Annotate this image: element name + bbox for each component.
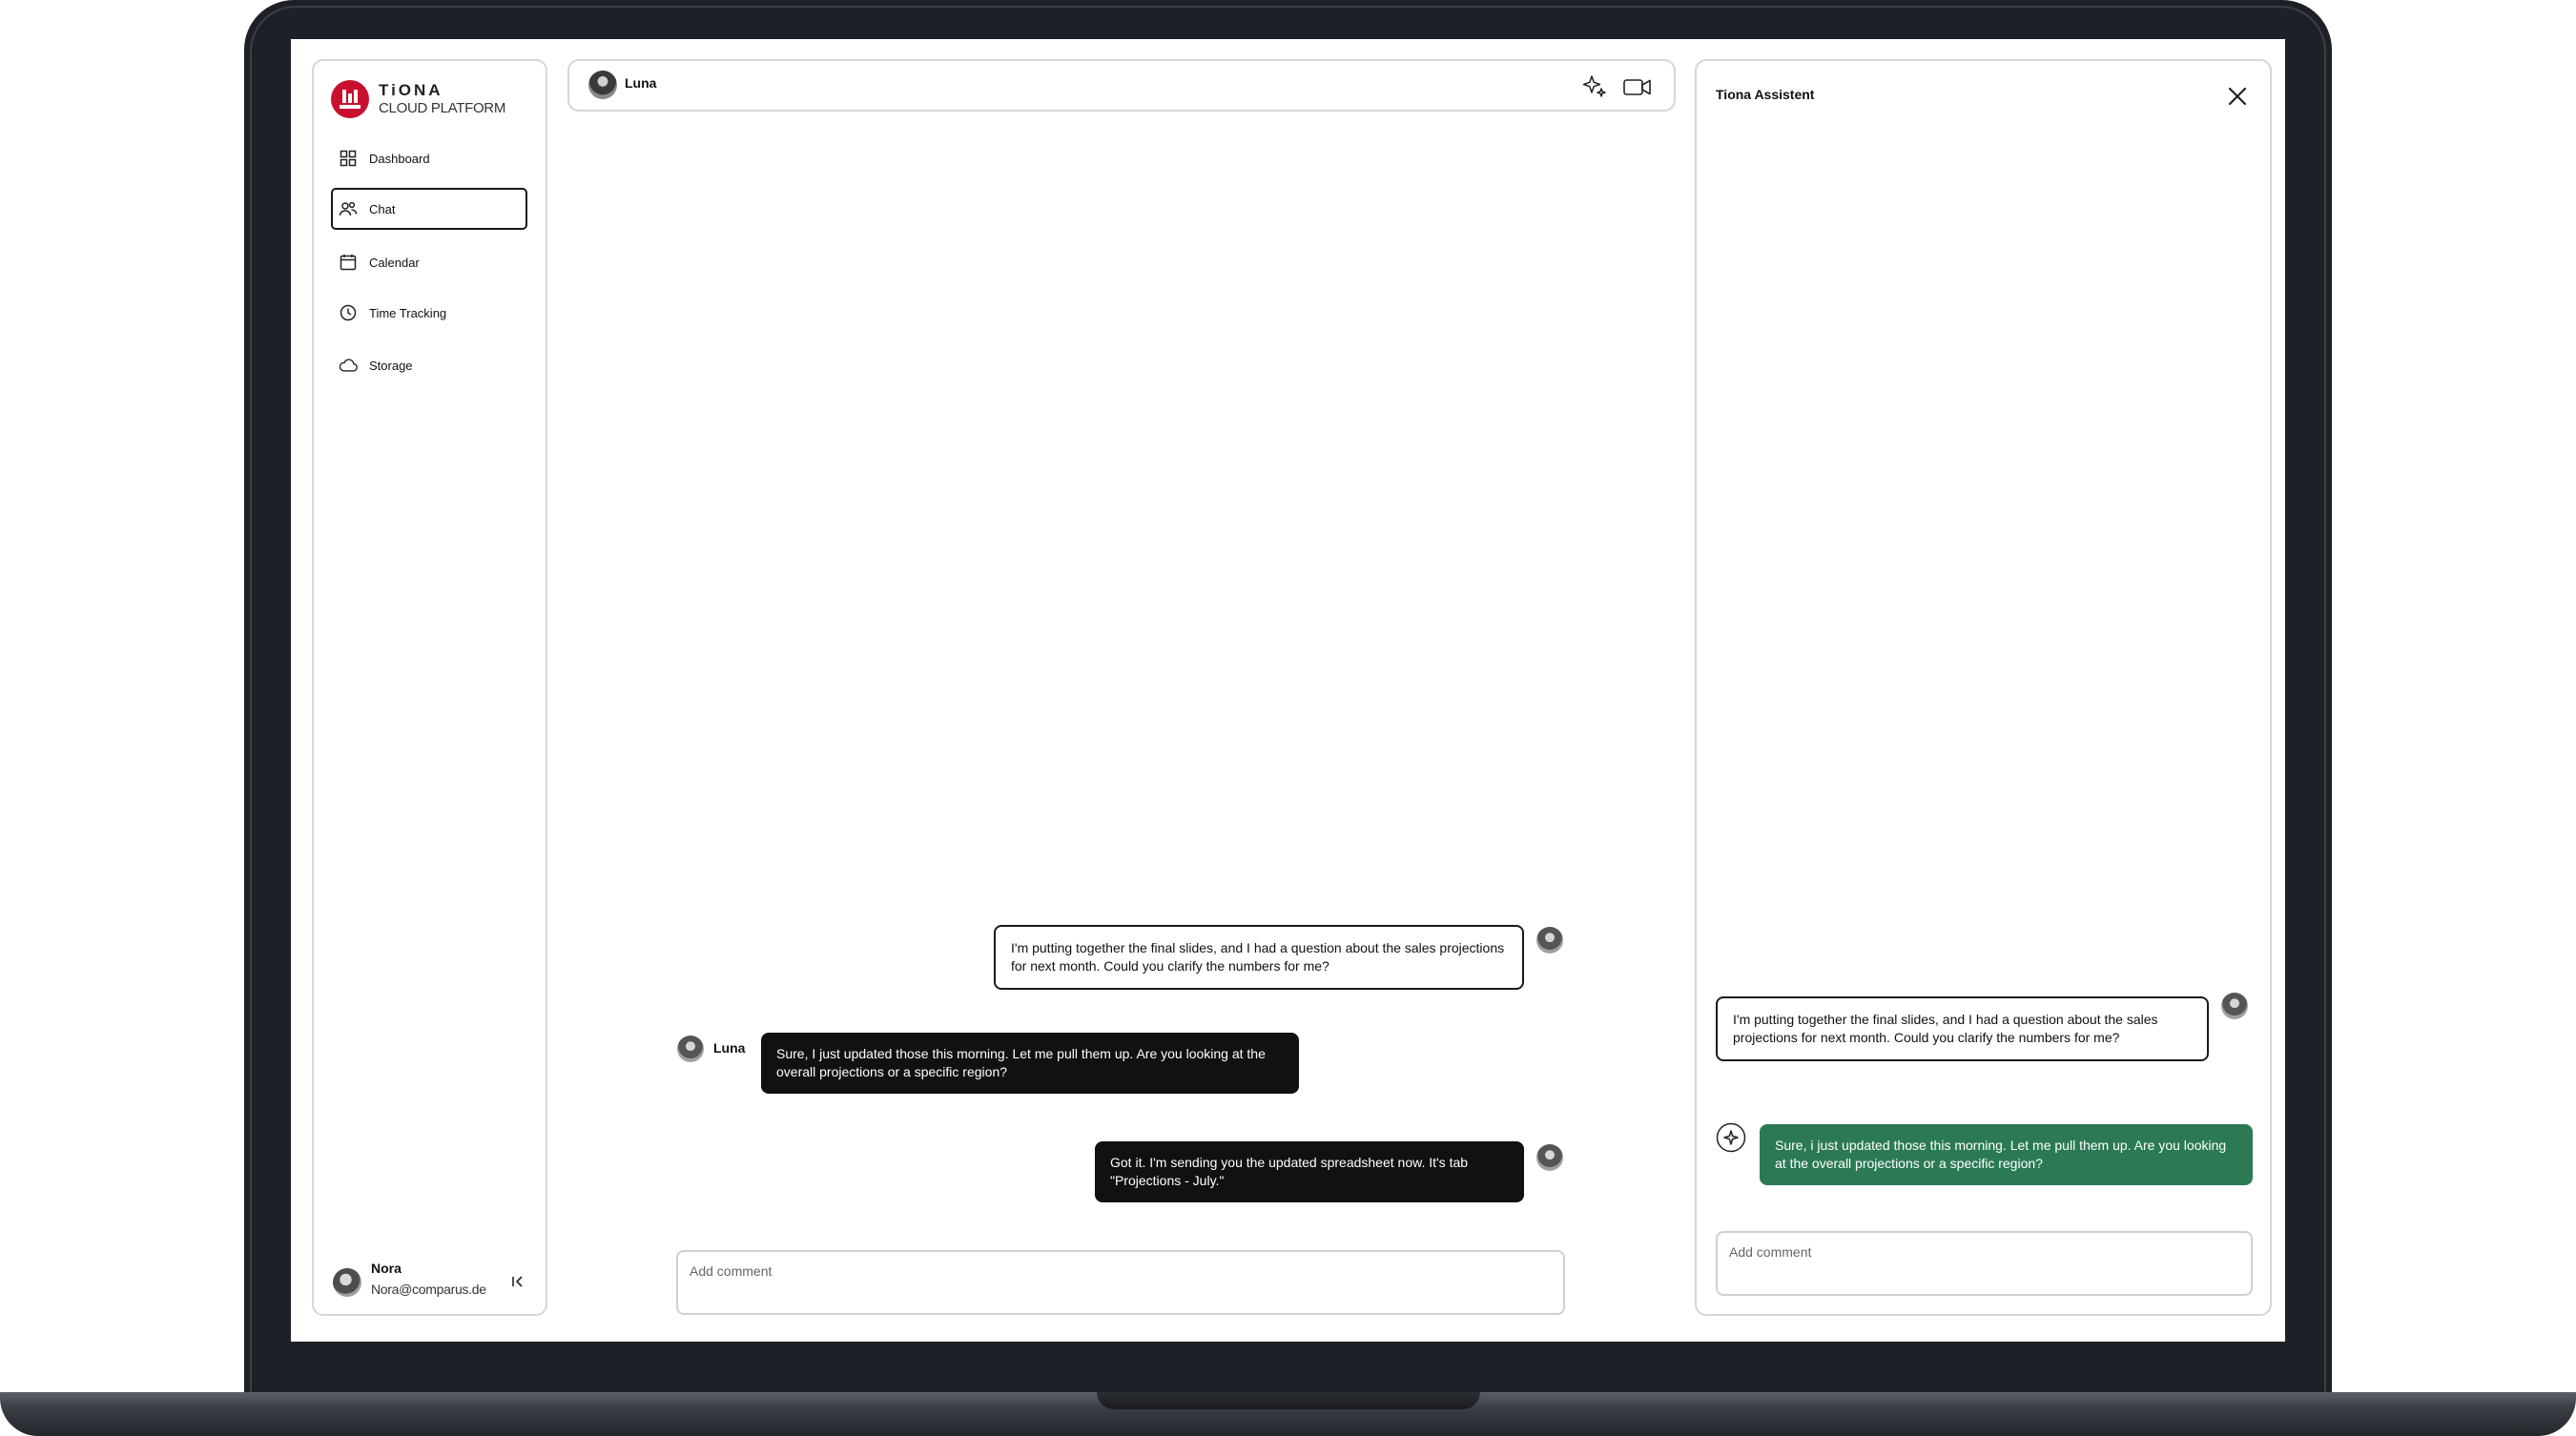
chat-comment-input[interactable]	[676, 1250, 1565, 1315]
calendar-icon	[339, 253, 358, 272]
collapse-sidebar-icon[interactable]	[508, 1272, 527, 1291]
sidebar-item-storage[interactable]: Storage	[331, 344, 527, 386]
app-screen: TiONA CLOUD PLATFORM Dashboard Chat Cale…	[291, 39, 2285, 1342]
sidebar-item-dashboard[interactable]: Dashboard	[331, 137, 527, 179]
user-email: Nora@comparus.de	[371, 1282, 486, 1297]
cloud-icon	[339, 356, 358, 375]
brand[interactable]: TiONA CLOUD PLATFORM	[331, 80, 505, 118]
message-incoming: Sure, I just updated those this morning.…	[761, 1033, 1299, 1094]
chat-header: Luna	[567, 59, 1676, 112]
contact-avatar	[588, 71, 617, 99]
assistant-sparkle-icon	[1716, 1122, 1746, 1153]
clock-icon	[339, 303, 358, 322]
assistant-message-reply: Sure, i just updated those this morning.…	[1760, 1124, 2253, 1185]
contact-name: Luna	[625, 75, 657, 91]
avatar	[333, 1268, 361, 1297]
avatar	[2221, 993, 2248, 1019]
brand-name: TiONA	[379, 81, 443, 99]
sidebar-item-label: Time Tracking	[369, 305, 447, 320]
avatar	[1536, 1144, 1563, 1171]
close-icon[interactable]	[2225, 84, 2250, 109]
sidebar-item-label: Calendar	[369, 255, 420, 270]
sidebar-item-chat[interactable]: Chat	[331, 188, 527, 230]
assistant-message-outgoing: I'm putting together the final slides, a…	[1716, 996, 2209, 1061]
contact-avatar	[677, 1036, 704, 1062]
message-outgoing: I'm putting together the final slides, a…	[994, 925, 1524, 990]
assistant-title: Tiona Assistent	[1716, 87, 1815, 102]
tiona-logo-icon	[331, 80, 369, 118]
avatar	[1536, 927, 1563, 954]
ai-sparkle-icon[interactable]	[1580, 72, 1609, 101]
sidebar-item-time-tracking[interactable]: Time Tracking	[331, 292, 527, 334]
dashboard-grid-icon	[339, 149, 358, 168]
assistant-comment-input[interactable]	[1716, 1231, 2253, 1296]
users-icon	[339, 199, 358, 218]
sidebar-item-label: Dashboard	[369, 151, 430, 166]
sidebar-item-label: Storage	[369, 358, 413, 373]
sidebar-item-calendar[interactable]: Calendar	[331, 241, 527, 283]
message-outgoing: Got it. I'm sending you the updated spre…	[1095, 1141, 1524, 1202]
current-user[interactable]: Nora Nora@comparus.de	[333, 1261, 533, 1306]
user-name: Nora	[371, 1261, 402, 1276]
sidebar-item-label: Chat	[369, 201, 396, 216]
laptop-notch	[1097, 1392, 1480, 1409]
assistant-panel: Tiona Assistent I'm putting together the…	[1695, 59, 2272, 1316]
video-call-icon[interactable]	[1622, 72, 1653, 101]
brand-subtitle: CLOUD PLATFORM	[379, 100, 506, 116]
sidebar: TiONA CLOUD PLATFORM Dashboard Chat Cale…	[312, 59, 547, 1316]
message-sender: Luna	[713, 1040, 746, 1056]
